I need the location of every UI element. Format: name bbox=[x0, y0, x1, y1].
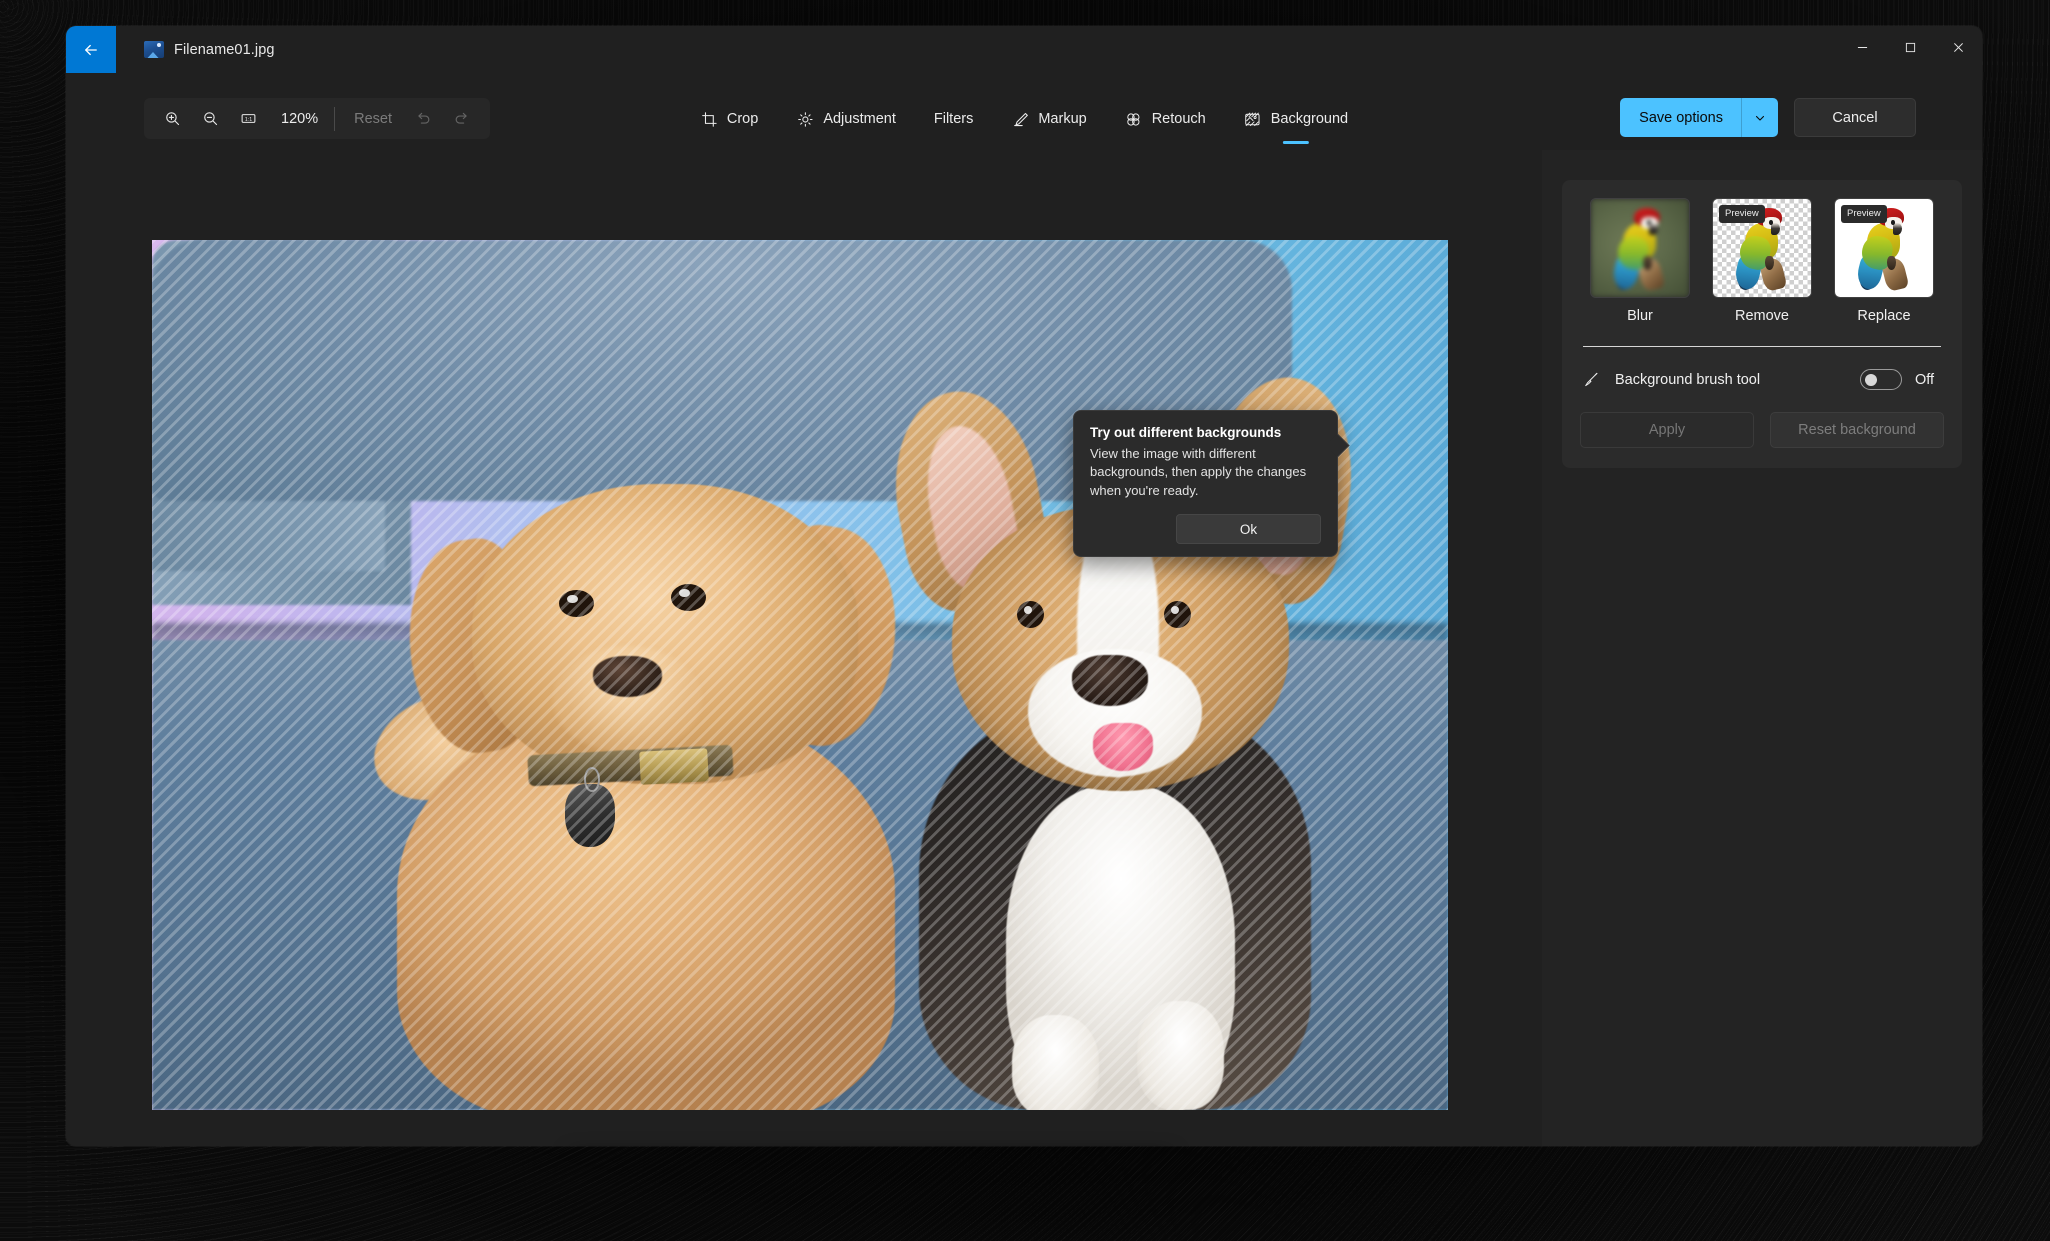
undo-button[interactable] bbox=[405, 102, 443, 135]
panel-action-buttons: Apply Reset background bbox=[1580, 412, 1944, 448]
editor-body: Try out different backgrounds View the i… bbox=[66, 150, 1982, 1146]
one-to-one-icon: 1:1 bbox=[240, 110, 257, 127]
teaching-tip-body: View the image with different background… bbox=[1090, 445, 1321, 500]
preview-badge: Preview bbox=[1841, 205, 1887, 223]
minimize-icon bbox=[1857, 42, 1868, 53]
photos-editor-window: Filename01.jpg bbox=[66, 26, 1982, 1146]
undo-icon bbox=[415, 110, 432, 127]
chevron-down-icon[interactable] bbox=[1742, 98, 1778, 137]
doodle-eye-left bbox=[559, 590, 594, 617]
background-brush-state: Off bbox=[1915, 372, 1941, 388]
retouch-icon bbox=[1125, 110, 1143, 128]
close-icon bbox=[1953, 42, 1964, 53]
tab-crop[interactable]: Crop bbox=[684, 98, 774, 140]
photo-image bbox=[152, 240, 1448, 1110]
doodle-collar-tag bbox=[565, 784, 615, 847]
zoom-controls: 1:1 120% Reset bbox=[144, 98, 490, 139]
background-option-remove[interactable]: Preview Remove bbox=[1712, 198, 1812, 324]
zoom-level-label: 120% bbox=[267, 111, 328, 127]
background-brush-row: Background brush tool Off bbox=[1580, 369, 1944, 390]
panel-divider bbox=[1583, 346, 1941, 347]
apply-button[interactable]: Apply bbox=[1580, 412, 1754, 448]
tab-background[interactable]: Background bbox=[1228, 98, 1364, 140]
zoom-in-icon bbox=[164, 110, 181, 127]
file-name-label: Filename01.jpg bbox=[174, 42, 275, 58]
window-controls bbox=[1838, 26, 1982, 69]
redo-button[interactable] bbox=[443, 102, 481, 135]
doodle-nose bbox=[593, 656, 661, 697]
canvas-area: Try out different backgrounds View the i… bbox=[66, 150, 1606, 1146]
blur-label: Blur bbox=[1590, 308, 1690, 324]
blur-thumbnail[interactable] bbox=[1590, 198, 1690, 298]
tab-markup-label: Markup bbox=[1038, 111, 1086, 127]
background-icon bbox=[1244, 110, 1262, 128]
zoom-out-icon bbox=[202, 110, 219, 127]
background-thumbnail-row: Blur Preview bbox=[1580, 198, 1944, 324]
tab-retouch[interactable]: Retouch bbox=[1109, 98, 1222, 140]
corgi-paw-left bbox=[1012, 1015, 1099, 1110]
doodle-eye-right bbox=[671, 584, 706, 611]
zoom-in-button[interactable] bbox=[153, 102, 191, 135]
remove-label: Remove bbox=[1712, 308, 1812, 324]
parrot-illustration bbox=[1613, 208, 1670, 290]
toolbar-separator bbox=[334, 107, 335, 131]
reset-background-button[interactable]: Reset background bbox=[1770, 412, 1944, 448]
tab-adjustment-label: Adjustment bbox=[823, 111, 896, 127]
replace-thumbnail[interactable]: Preview bbox=[1834, 198, 1934, 298]
remove-thumbnail[interactable]: Preview bbox=[1712, 198, 1812, 298]
maximize-icon bbox=[1905, 42, 1916, 53]
title-group: Filename01.jpg bbox=[144, 26, 275, 73]
zoom-out-button[interactable] bbox=[191, 102, 229, 135]
preview-badge: Preview bbox=[1719, 205, 1765, 223]
teaching-tip-ok-button[interactable]: Ok bbox=[1176, 514, 1321, 544]
corgi-tongue bbox=[1093, 723, 1153, 771]
background-brush-label: Background brush tool bbox=[1615, 372, 1860, 388]
svg-text:1:1: 1:1 bbox=[244, 117, 251, 123]
tab-markup[interactable]: Markup bbox=[995, 98, 1102, 140]
save-options-button[interactable]: Save options bbox=[1620, 98, 1778, 137]
cancel-button[interactable]: Cancel bbox=[1794, 98, 1916, 137]
redo-icon bbox=[453, 110, 470, 127]
background-side-panel: Blur Preview bbox=[1542, 150, 1982, 1146]
tab-adjustment[interactable]: Adjustment bbox=[780, 98, 912, 140]
reset-zoom-button[interactable]: Reset bbox=[341, 104, 405, 134]
brush-icon bbox=[1583, 371, 1603, 388]
tab-filters-label: Filters bbox=[934, 111, 973, 127]
tab-crop-label: Crop bbox=[727, 111, 758, 127]
image-file-icon bbox=[144, 41, 164, 58]
background-option-blur[interactable]: Blur bbox=[1590, 198, 1690, 324]
back-button[interactable] bbox=[66, 26, 116, 73]
replace-label: Replace bbox=[1834, 308, 1934, 324]
maximize-button[interactable] bbox=[1886, 26, 1934, 69]
close-button[interactable] bbox=[1934, 26, 1982, 69]
pen-icon bbox=[1011, 110, 1029, 128]
teaching-tip-title: Try out different backgrounds bbox=[1090, 425, 1321, 440]
teaching-tip: Try out different backgrounds View the i… bbox=[1073, 410, 1338, 557]
command-bar: 1:1 120% Reset bbox=[66, 74, 1982, 150]
corgi-paw-right bbox=[1137, 1001, 1224, 1110]
minimize-button[interactable] bbox=[1838, 26, 1886, 69]
title-bar: Filename01.jpg bbox=[66, 26, 1982, 74]
photo-canvas[interactable] bbox=[152, 240, 1448, 1110]
background-options-card: Blur Preview bbox=[1562, 180, 1962, 468]
command-actions: Save options Cancel bbox=[1620, 98, 1916, 137]
arrow-left-icon bbox=[82, 41, 100, 59]
tab-background-label: Background bbox=[1271, 111, 1348, 127]
tab-retouch-label: Retouch bbox=[1152, 111, 1206, 127]
doodle-collar-buckle bbox=[639, 748, 709, 784]
brightness-icon bbox=[796, 110, 814, 128]
corgi-nose bbox=[1072, 655, 1148, 706]
actual-size-button[interactable]: 1:1 bbox=[229, 102, 267, 135]
editor-tabs: Crop Adjustment Filters bbox=[684, 98, 1364, 140]
save-options-label: Save options bbox=[1620, 110, 1741, 126]
background-brush-toggle[interactable] bbox=[1860, 369, 1902, 390]
background-option-replace[interactable]: Preview Replace bbox=[1834, 198, 1934, 324]
crop-icon bbox=[700, 110, 718, 128]
tab-filters[interactable]: Filters bbox=[918, 98, 989, 140]
